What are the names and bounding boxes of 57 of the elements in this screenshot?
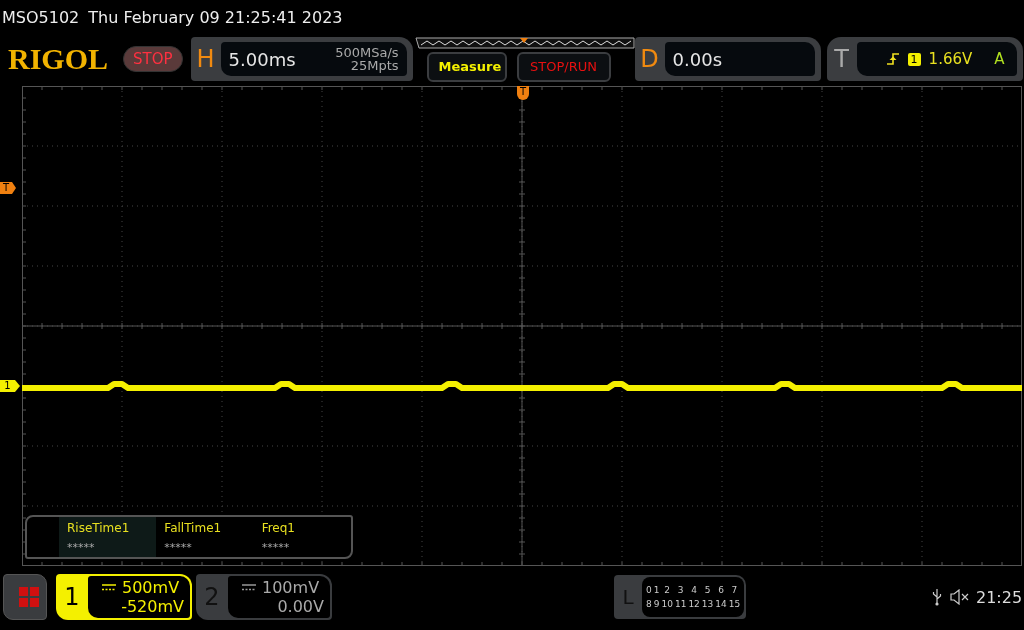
logic-channel-number: 4: [690, 585, 698, 595]
logic-channel-number: 14: [715, 599, 727, 609]
logic-channel-number: 1: [653, 585, 660, 595]
rising-edge-icon: [885, 52, 900, 66]
usb-icon[interactable]: [932, 588, 942, 606]
logic-channel-number: 2: [663, 585, 672, 595]
horizontal-panel[interactable]: H 5.00ms 500MSa/s 25Mpts: [190, 37, 413, 81]
measurement-value: *****: [67, 541, 96, 554]
logic-channel-number: 5: [703, 585, 712, 595]
logic-channel-number: 10: [661, 599, 673, 609]
channel-offset: 0.00V: [277, 597, 324, 616]
sample-rate: 500MSa/s: [335, 46, 399, 59]
logic-channel-number: 8: [646, 599, 652, 609]
channel-number: 1: [63, 583, 81, 611]
channel-panel[interactable]: 1 500mV -520mV: [56, 574, 192, 620]
grid-squares-icon: [19, 587, 39, 607]
trigger-mode: A: [994, 50, 1005, 68]
memory-depth: 25Mpts: [350, 59, 399, 72]
muted-speaker-icon[interactable]: [950, 589, 970, 605]
measurement-value: *****: [164, 541, 193, 554]
logic-channel-number: 7: [730, 585, 739, 595]
horizontal-label: H: [195, 45, 216, 73]
logic-channel-number: 9: [653, 599, 660, 609]
clock-time: 21:25: [976, 587, 1023, 607]
logic-channel-number: 13: [701, 599, 714, 609]
measure-button[interactable]: Measure: [426, 51, 507, 82]
measurement-name: FallTime1: [164, 521, 223, 535]
model-name: MSO5102: [2, 7, 80, 27]
logic-channel-number: 6: [717, 585, 725, 595]
trigger-level: 1.66V: [928, 50, 973, 68]
logic-channel-number: 15: [728, 599, 741, 609]
logic-channel-number: 12: [688, 599, 700, 609]
delay-value: 0.00s: [672, 48, 722, 70]
delay-label: D: [639, 45, 660, 73]
logic-channel-number: 11: [674, 599, 687, 609]
date-time: Thu February 09 21:25:41 2023: [88, 7, 343, 27]
trigger-source-badge: 1: [907, 52, 921, 66]
brand-logo: RIGOL: [8, 42, 110, 76]
dc-coupling-icon: [242, 584, 256, 591]
measurement-name: RiseTime1: [67, 521, 131, 535]
stop-run-button[interactable]: STOP/RUN: [516, 51, 611, 82]
channel-scale: 100mV: [262, 578, 320, 597]
trigger-label: T: [833, 45, 850, 73]
channel-scale: 500mV: [122, 578, 180, 597]
menu-button[interactable]: [3, 574, 47, 620]
channel-marker[interactable]: 1: [0, 380, 20, 392]
measurement-name: Freq1: [261, 521, 296, 535]
dc-coupling-icon: [102, 584, 116, 591]
trigger-panel[interactable]: T 1 1.66V A: [826, 37, 1023, 81]
trigger-position-marker[interactable]: T: [517, 86, 529, 100]
logic-channel-number: 3: [676, 585, 685, 595]
measurement-value: *****: [261, 541, 291, 554]
timebase-value: 5.00ms: [228, 48, 296, 70]
logic-channel-number: 0: [646, 585, 652, 595]
channel-offset: -520mV: [121, 597, 184, 616]
delay-panel[interactable]: D 0.00s: [634, 37, 821, 81]
trigger-level-marker[interactable]: T: [0, 182, 16, 194]
